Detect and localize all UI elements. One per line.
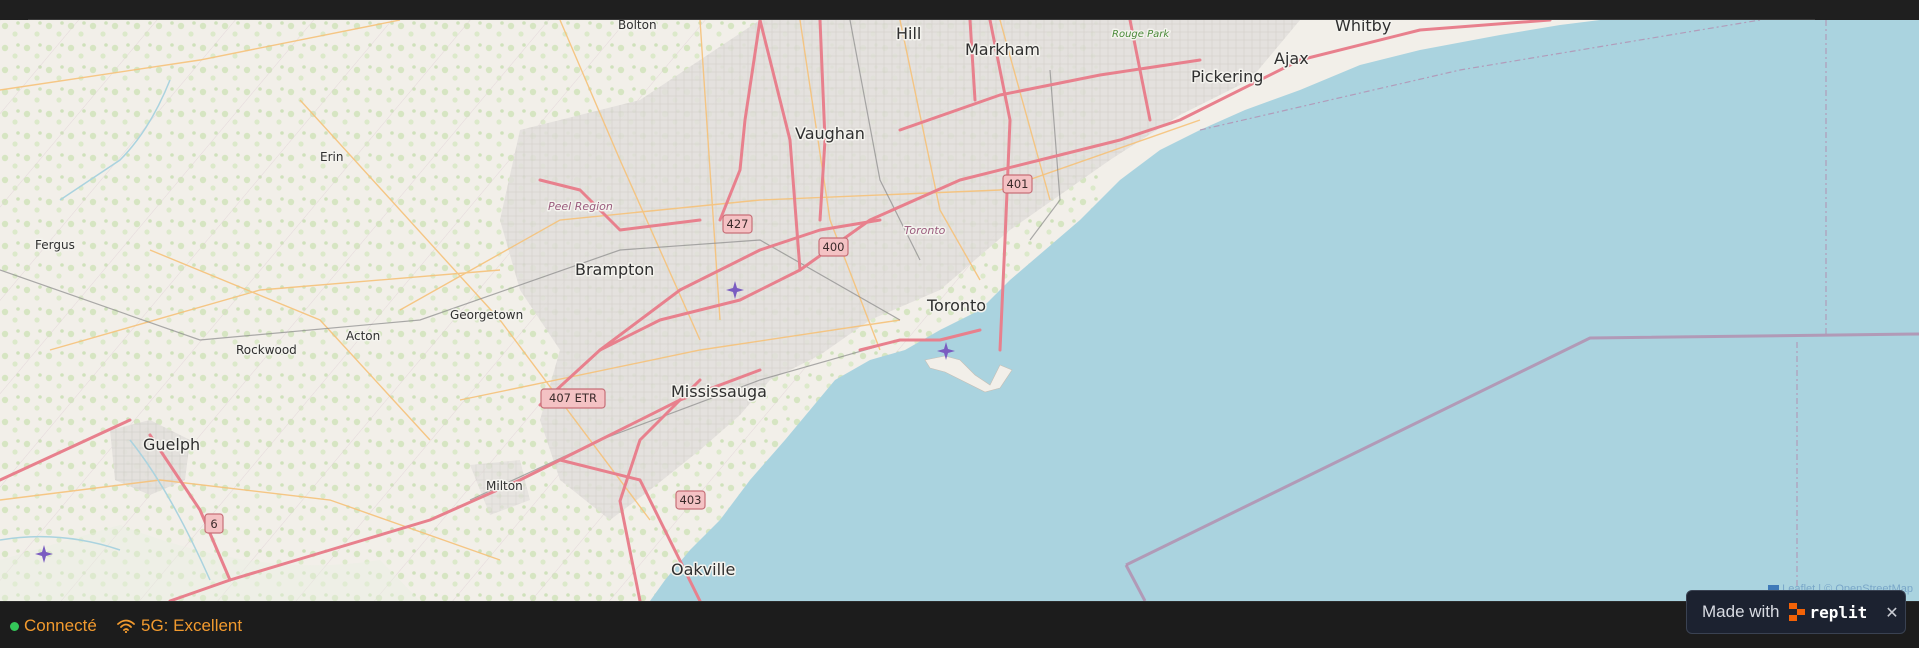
status-dot-icon	[10, 621, 19, 631]
city-label-hill: Hill	[896, 24, 921, 43]
shield-hwy-403: 403	[675, 490, 706, 510]
made-with-label: Made with	[1702, 602, 1780, 621]
city-label-markham: Markham	[965, 40, 1040, 59]
city-label-erin: Erin	[320, 150, 343, 164]
top-bar	[0, 0, 1919, 20]
shield-label: 407 ETR	[549, 391, 597, 405]
shield-label: 401	[1007, 177, 1029, 191]
city-label-milton: Milton	[486, 479, 523, 493]
city-label-georgetown: Georgetown	[450, 308, 523, 322]
city-label-bolton: Bolton	[618, 20, 657, 32]
city-label-vaughan: Vaughan	[795, 124, 865, 143]
connection-status: Connecté	[10, 616, 97, 636]
shield-label: 403	[680, 493, 702, 507]
shield-hwy-400: 400	[818, 237, 849, 257]
shield-hwy-6: 6	[204, 513, 224, 534]
map-view[interactable]: 427 400 401 407 ETR 403 6 Peel Region To…	[0, 20, 1919, 601]
shield-label: 6	[210, 517, 217, 531]
city-label-whitby: Whitby	[1335, 20, 1391, 35]
connection-label: Connecté	[24, 616, 97, 635]
wifi-icon	[117, 619, 135, 633]
region-label-peel: Peel Region	[548, 200, 613, 213]
shield-hwy-427: 427	[722, 214, 753, 234]
status-bar: Connecté 5G: Excellent	[0, 601, 1919, 648]
city-label-pickering: Pickering	[1191, 67, 1263, 86]
made-with-replit-badge[interactable]: Made with replit ✕	[1686, 590, 1906, 634]
shield-label: 427	[727, 217, 749, 231]
city-label-fergus: Fergus	[35, 238, 75, 252]
city-label-ajax: Ajax	[1274, 49, 1309, 68]
city-label-brampton: Brampton	[575, 260, 654, 279]
network-status: 5G: Excellent	[117, 616, 242, 636]
shield-hwy-407: 407 ETR	[540, 388, 606, 409]
shield-hwy-401: 401	[1002, 174, 1033, 194]
close-icon[interactable]: ✕	[1885, 603, 1898, 622]
city-label-rockwood: Rockwood	[236, 343, 297, 357]
shield-label: 400	[823, 240, 845, 254]
city-label-toronto: Toronto	[926, 296, 986, 315]
city-label-guelph: Guelph	[143, 435, 200, 454]
city-label-oakville: Oakville	[671, 560, 735, 579]
map-canvas[interactable]: 427 400 401 407 ETR 403 6 Peel Region To…	[0, 20, 1919, 601]
city-label-mississauga: Mississauga	[671, 382, 767, 401]
city-label-acton: Acton	[346, 329, 380, 343]
region-label-toronto: Toronto	[904, 224, 946, 237]
network-label: 5G: Excellent	[141, 616, 243, 635]
replit-logo-icon	[1789, 603, 1806, 621]
replit-brand: replit	[1809, 602, 1868, 622]
region-label-rouge-park: Rouge Park	[1112, 29, 1170, 40]
